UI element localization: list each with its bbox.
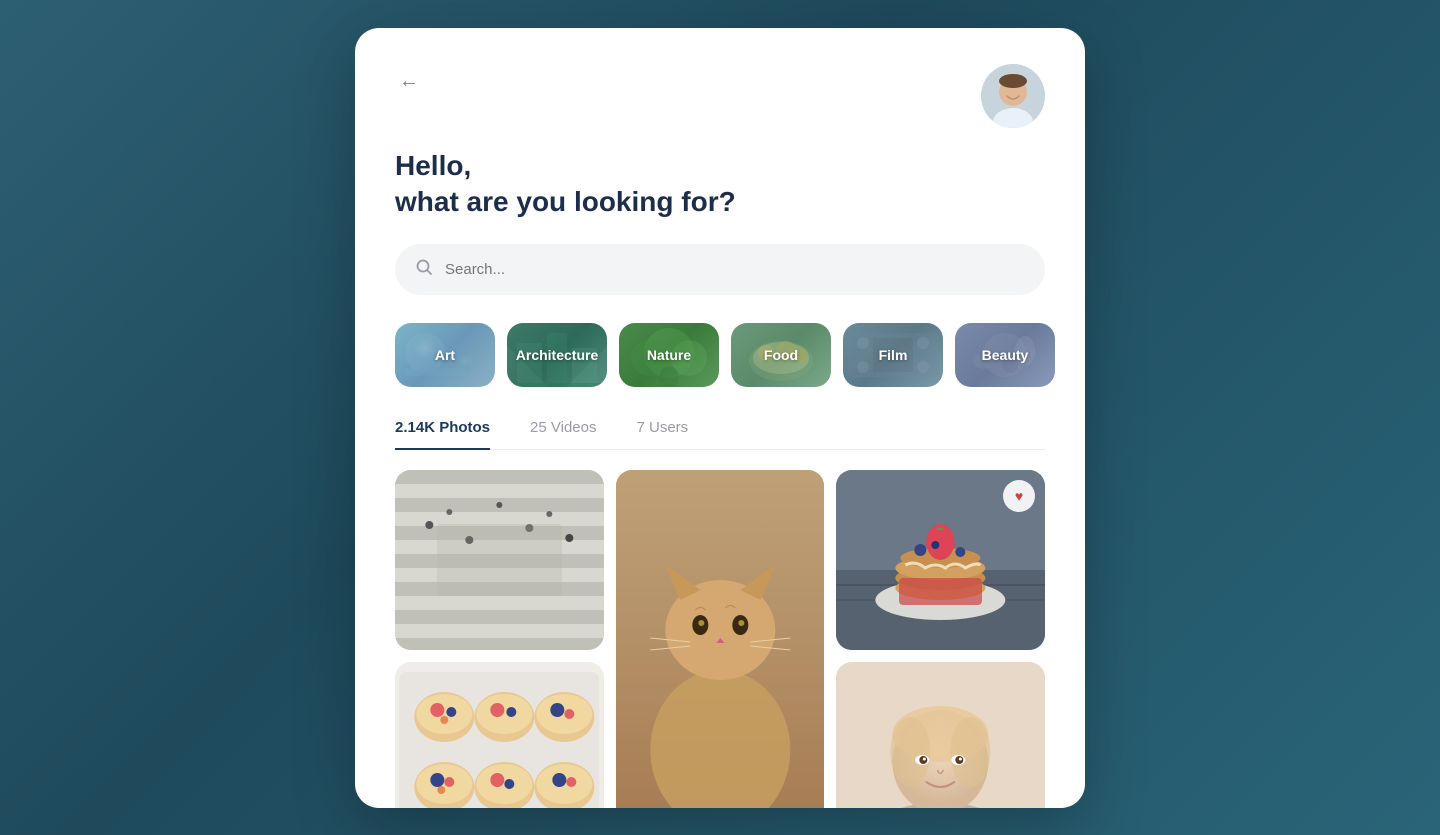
- category-label-nature: Nature: [647, 347, 691, 363]
- tab-users[interactable]: 7 Users: [636, 419, 688, 450]
- photos-grid: ♥: [395, 470, 1045, 808]
- main-card: ← Hello, what are you looking for?: [355, 28, 1085, 808]
- tab-videos[interactable]: 25 Videos: [530, 419, 596, 450]
- search-icon: [415, 258, 433, 281]
- category-label-art: Art: [435, 347, 455, 363]
- tab-photos[interactable]: 2.14K Photos: [395, 419, 490, 450]
- back-button[interactable]: ←: [395, 66, 423, 97]
- category-label-film: Film: [879, 347, 908, 363]
- tab-videos-label: 25 Videos: [530, 419, 596, 436]
- greeting-line2: what are you looking for?: [395, 184, 1045, 220]
- category-label-architecture: Architecture: [516, 347, 598, 363]
- back-arrow-icon: ←: [399, 70, 419, 92]
- category-chip-art[interactable]: Art: [395, 323, 495, 387]
- greeting-line1: Hello,: [395, 148, 1045, 184]
- photo-mini-pastries[interactable]: [395, 662, 604, 808]
- search-bar[interactable]: [395, 244, 1045, 295]
- tab-photos-label: 2.14K Photos: [395, 419, 490, 436]
- avatar[interactable]: [981, 64, 1045, 128]
- category-chip-film[interactable]: Film: [843, 323, 943, 387]
- photo-cat[interactable]: [616, 470, 825, 808]
- photo-portrait[interactable]: [836, 662, 1045, 808]
- photo-zebra-crossing[interactable]: [395, 470, 604, 650]
- category-label-beauty: Beauty: [982, 347, 1029, 363]
- category-chip-beauty[interactable]: Beauty: [955, 323, 1055, 387]
- category-label-food: Food: [764, 347, 798, 363]
- tab-users-label: 7 Users: [636, 419, 688, 436]
- category-chip-architecture[interactable]: Architecture: [507, 323, 607, 387]
- tabs-row: 2.14K Photos 25 Videos 7 Users: [395, 419, 1045, 450]
- photo-pancakes[interactable]: ♥: [836, 470, 1045, 650]
- like-button-pancakes[interactable]: ♥: [1003, 480, 1035, 512]
- greeting: Hello, what are you looking for?: [395, 148, 1045, 221]
- header: ←: [395, 64, 1045, 128]
- category-chip-food[interactable]: Food: [731, 323, 831, 387]
- search-input[interactable]: [445, 261, 1025, 278]
- categories-row: Art Architecture Nature: [395, 323, 1045, 387]
- category-chip-nature[interactable]: Nature: [619, 323, 719, 387]
